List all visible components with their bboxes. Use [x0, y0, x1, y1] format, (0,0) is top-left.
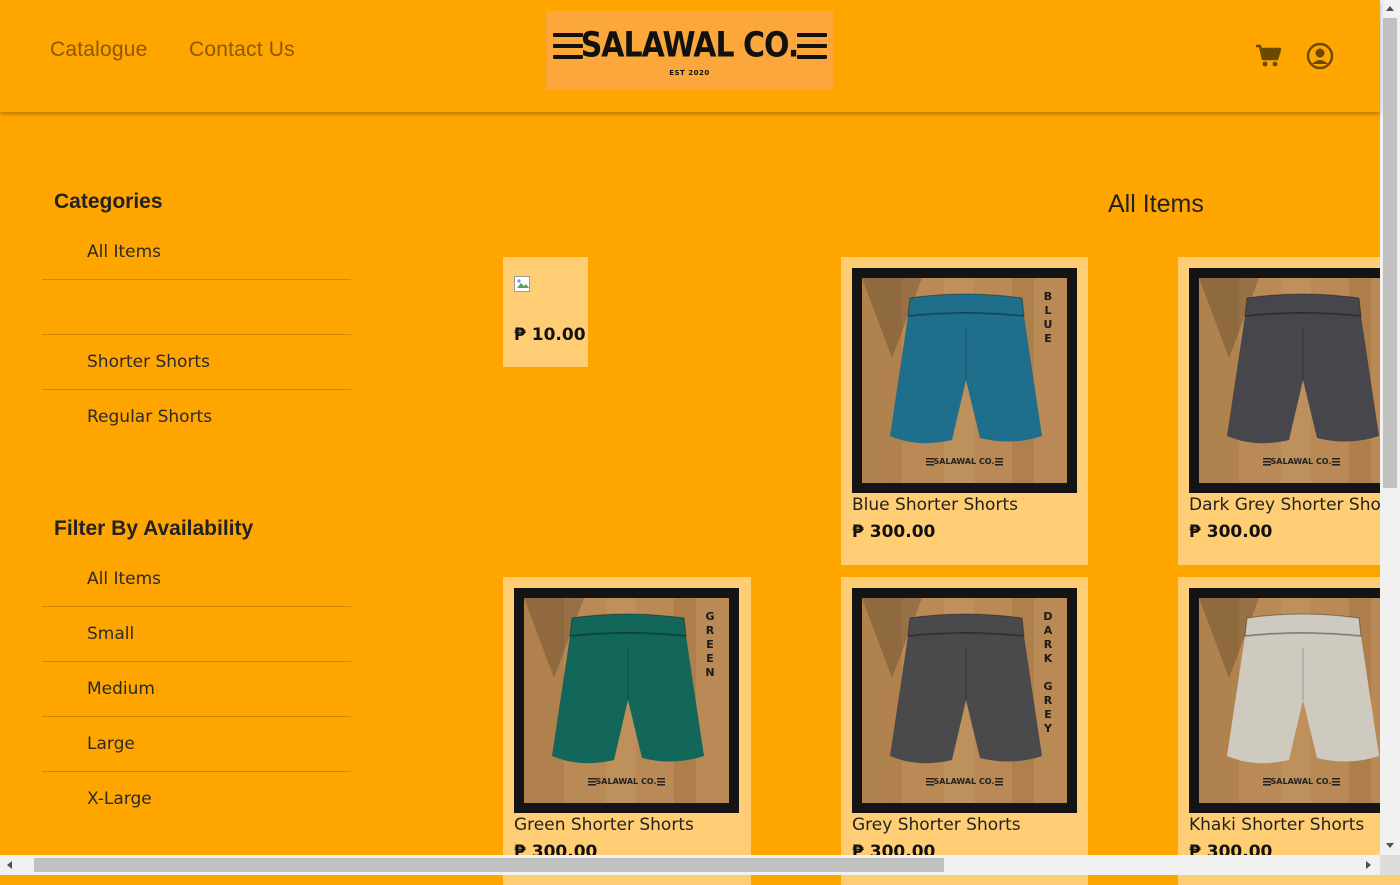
- product-price: ₱ 300.00: [1189, 522, 1273, 542]
- svg-text:E: E: [1044, 708, 1052, 721]
- availability-label: X-Large: [87, 789, 152, 809]
- svg-text:G: G: [705, 610, 714, 623]
- availability-heading: Filter By Availability: [54, 517, 254, 540]
- svg-text:R: R: [706, 624, 715, 637]
- availability-x-large[interactable]: X-Large: [42, 773, 351, 827]
- broken-image-icon: [514, 276, 532, 298]
- availability-large[interactable]: Large: [42, 718, 351, 772]
- product-card[interactable]: DARKGREY SALAWAL CO. Grey Shorter Shorts…: [841, 577, 1088, 885]
- product-image[interactable]: SALAWAL CO.: [1189, 268, 1400, 493]
- product-card[interactable]: SALAWAL CO. Dark Grey Shorter Shorts ₱ 3…: [1178, 257, 1400, 565]
- svg-text:SALAWAL CO.: SALAWAL CO.: [934, 457, 995, 466]
- user-circle-icon[interactable]: [1306, 42, 1334, 74]
- scroll-down-arrow-icon[interactable]: [1386, 843, 1394, 848]
- product-image[interactable]: GREEN SALAWAL CO.: [514, 588, 739, 813]
- product-name[interactable]: Khaki Shorter Shorts: [1189, 815, 1364, 835]
- vertical-scrollbar[interactable]: [1380, 0, 1400, 855]
- svg-text:L: L: [1044, 304, 1051, 317]
- svg-text:N: N: [705, 666, 714, 679]
- page-title: All Items: [1108, 190, 1204, 218]
- svg-text:SALAWAL CO.: SALAWAL CO.: [1271, 777, 1332, 786]
- nav-contact-link[interactable]: Contact Us: [189, 38, 295, 62]
- cart-icon[interactable]: [1255, 44, 1282, 72]
- svg-text:U: U: [1044, 318, 1053, 331]
- svg-text:SALAWAL CO.: SALAWAL CO.: [934, 777, 995, 786]
- svg-text:Y: Y: [1043, 722, 1053, 735]
- category-all-items[interactable]: All Items: [42, 226, 351, 280]
- scroll-right-arrow-icon[interactable]: [1366, 861, 1371, 869]
- product-name[interactable]: Green Shorter Shorts: [514, 815, 694, 835]
- logo-brand-text: SALAWAL CO.: [580, 25, 800, 66]
- svg-text:B: B: [1044, 290, 1052, 303]
- category-regular-shorts[interactable]: Regular Shorts: [42, 391, 351, 445]
- availability-label: Large: [87, 734, 135, 754]
- availability-label: All Items: [87, 569, 162, 589]
- product-price: ₱ 10.00: [514, 325, 586, 345]
- svg-text:E: E: [706, 652, 714, 665]
- product-card[interactable]: ₱ 10.00: [503, 257, 588, 367]
- category-label: Shorter Shorts: [87, 352, 210, 372]
- top-navbar: Catalogue Contact Us SALAWAL CO. EST 202…: [0, 0, 1380, 112]
- category-empty[interactable]: [42, 281, 351, 335]
- svg-text:G: G: [1043, 680, 1052, 693]
- availability-label: Medium: [87, 679, 155, 699]
- svg-text:D: D: [1043, 610, 1052, 623]
- product-price: ₱ 300.00: [852, 522, 936, 542]
- availability-all-items[interactable]: All Items: [42, 553, 351, 607]
- svg-text:SALAWAL CO.: SALAWAL CO.: [1271, 457, 1332, 466]
- categories-heading: Categories: [54, 190, 163, 213]
- product-image[interactable]: DARKGREY SALAWAL CO.: [852, 588, 1077, 813]
- svg-text:R: R: [1044, 638, 1053, 651]
- svg-text:SALAWAL CO.: SALAWAL CO.: [596, 777, 657, 786]
- logo-est-text: EST 2020: [669, 69, 710, 77]
- availability-medium[interactable]: Medium: [42, 663, 351, 717]
- product-card[interactable]: BLUE SALAWAL CO. Blue Shorter Shorts ₱ 3…: [841, 257, 1088, 565]
- brand-logo[interactable]: SALAWAL CO. EST 2020: [546, 11, 833, 90]
- category-shorter-shorts[interactable]: Shorter Shorts: [42, 336, 351, 390]
- product-image[interactable]: BLUE SALAWAL CO.: [852, 268, 1077, 493]
- svg-text:K: K: [1044, 652, 1053, 665]
- availability-small[interactable]: Small: [42, 608, 351, 662]
- nav-catalogue-link[interactable]: Catalogue: [50, 38, 148, 62]
- product-card[interactable]: GREEN SALAWAL CO. Green Shorter Shorts ₱…: [503, 577, 751, 885]
- scroll-left-arrow-icon[interactable]: [7, 861, 12, 869]
- product-name[interactable]: Blue Shorter Shorts: [852, 495, 1018, 515]
- svg-text:E: E: [706, 638, 714, 651]
- logo-menu-lines-icon: [797, 33, 827, 69]
- vertical-scroll-thumb[interactable]: [1383, 18, 1397, 488]
- product-image[interactable]: SALAWAL CO.: [1189, 588, 1400, 813]
- svg-text:R: R: [1044, 694, 1053, 707]
- category-label: All Items: [87, 242, 162, 262]
- horizontal-scroll-thumb[interactable]: [34, 858, 944, 872]
- svg-text:A: A: [1044, 624, 1053, 637]
- horizontal-scrollbar[interactable]: [0, 855, 1380, 875]
- scroll-up-arrow-icon[interactable]: [1386, 6, 1394, 11]
- scrollbar-corner: [1380, 855, 1400, 875]
- logo-menu-lines-icon: [553, 33, 583, 69]
- category-label: Regular Shorts: [87, 407, 213, 427]
- product-card[interactable]: SALAWAL CO. Khaki Shorter Shorts ₱ 300.0…: [1178, 577, 1400, 885]
- product-name[interactable]: Grey Shorter Shorts: [852, 815, 1021, 835]
- product-name[interactable]: Dark Grey Shorter Shorts: [1189, 495, 1400, 515]
- availability-label: Small: [87, 624, 135, 644]
- svg-text:E: E: [1044, 332, 1052, 345]
